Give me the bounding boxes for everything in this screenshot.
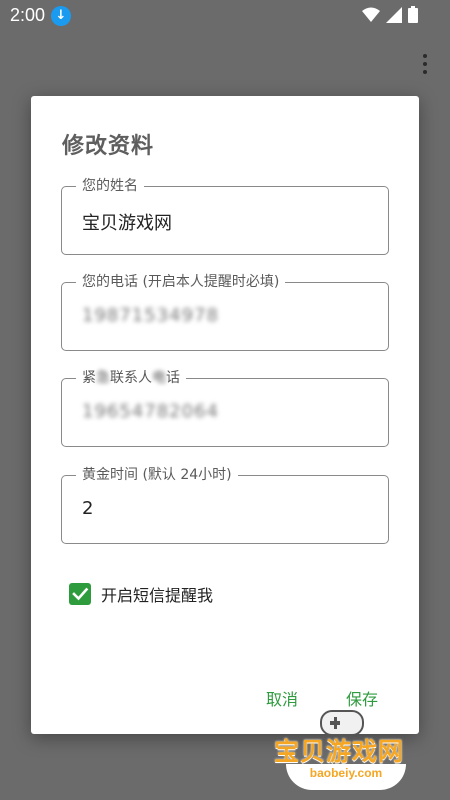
- cancel-button[interactable]: 取消: [266, 686, 298, 710]
- phone-field[interactable]: 您的电话 (开启本人提醒时必填) 19871534978: [61, 273, 389, 351]
- check-icon: [72, 587, 89, 601]
- watermark-logo: 宝贝游戏网 baobeiy.com: [272, 708, 422, 792]
- status-bar: 2:00 ↓: [0, 0, 450, 30]
- sms-reminder-label: 开启短信提醒我: [101, 586, 214, 605]
- emergency-label-blurred2: 电: [152, 370, 166, 386]
- edit-profile-dialog: 修改资料 您的姓名 宝贝游戏网 您的电话 (开启本人提醒时必填) 1987153…: [31, 96, 419, 734]
- name-field-value[interactable]: 宝贝游戏网: [82, 209, 172, 235]
- download-icon: ↓: [51, 6, 71, 26]
- more-vert-icon[interactable]: [420, 54, 430, 78]
- signal-icon: [386, 6, 402, 23]
- emergency-contact-label: 紧急联系人电话: [76, 369, 186, 387]
- emergency-contact-field[interactable]: 紧急联系人电话 19654782064: [61, 369, 389, 447]
- phone-field-label: 您的电话 (开启本人提醒时必填): [76, 273, 286, 291]
- name-field-label: 您的姓名: [76, 177, 144, 195]
- emergency-label-suffix: 话: [166, 370, 180, 386]
- golden-time-field[interactable]: 黄金时间 (默认 24小时) 2: [61, 466, 389, 544]
- name-field[interactable]: 您的姓名 宝贝游戏网: [61, 177, 389, 255]
- phone-field-value[interactable]: 19871534978: [82, 305, 219, 326]
- emergency-contact-value[interactable]: 19654782064: [82, 401, 219, 422]
- golden-time-value[interactable]: 2: [82, 498, 93, 519]
- emergency-label-blurred: 急: [96, 370, 110, 386]
- status-time: 2:00: [10, 5, 46, 25]
- sms-reminder-row[interactable]: 开启短信提醒我: [69, 582, 213, 606]
- battery-icon: [408, 6, 418, 23]
- emergency-label-mid: 联系人: [110, 370, 152, 386]
- watermark-url: baobeiy.com: [286, 764, 406, 790]
- watermark-text: 宝贝游戏网: [274, 737, 405, 766]
- golden-time-label: 黄金时间 (默认 24小时): [76, 466, 238, 484]
- emergency-label-prefix: 紧: [82, 370, 96, 386]
- sms-reminder-checkbox[interactable]: [69, 583, 91, 605]
- save-button[interactable]: 保存: [346, 686, 378, 710]
- dialog-title: 修改资料: [62, 134, 155, 159]
- wifi-icon: [362, 7, 380, 22]
- status-icons: [362, 6, 418, 23]
